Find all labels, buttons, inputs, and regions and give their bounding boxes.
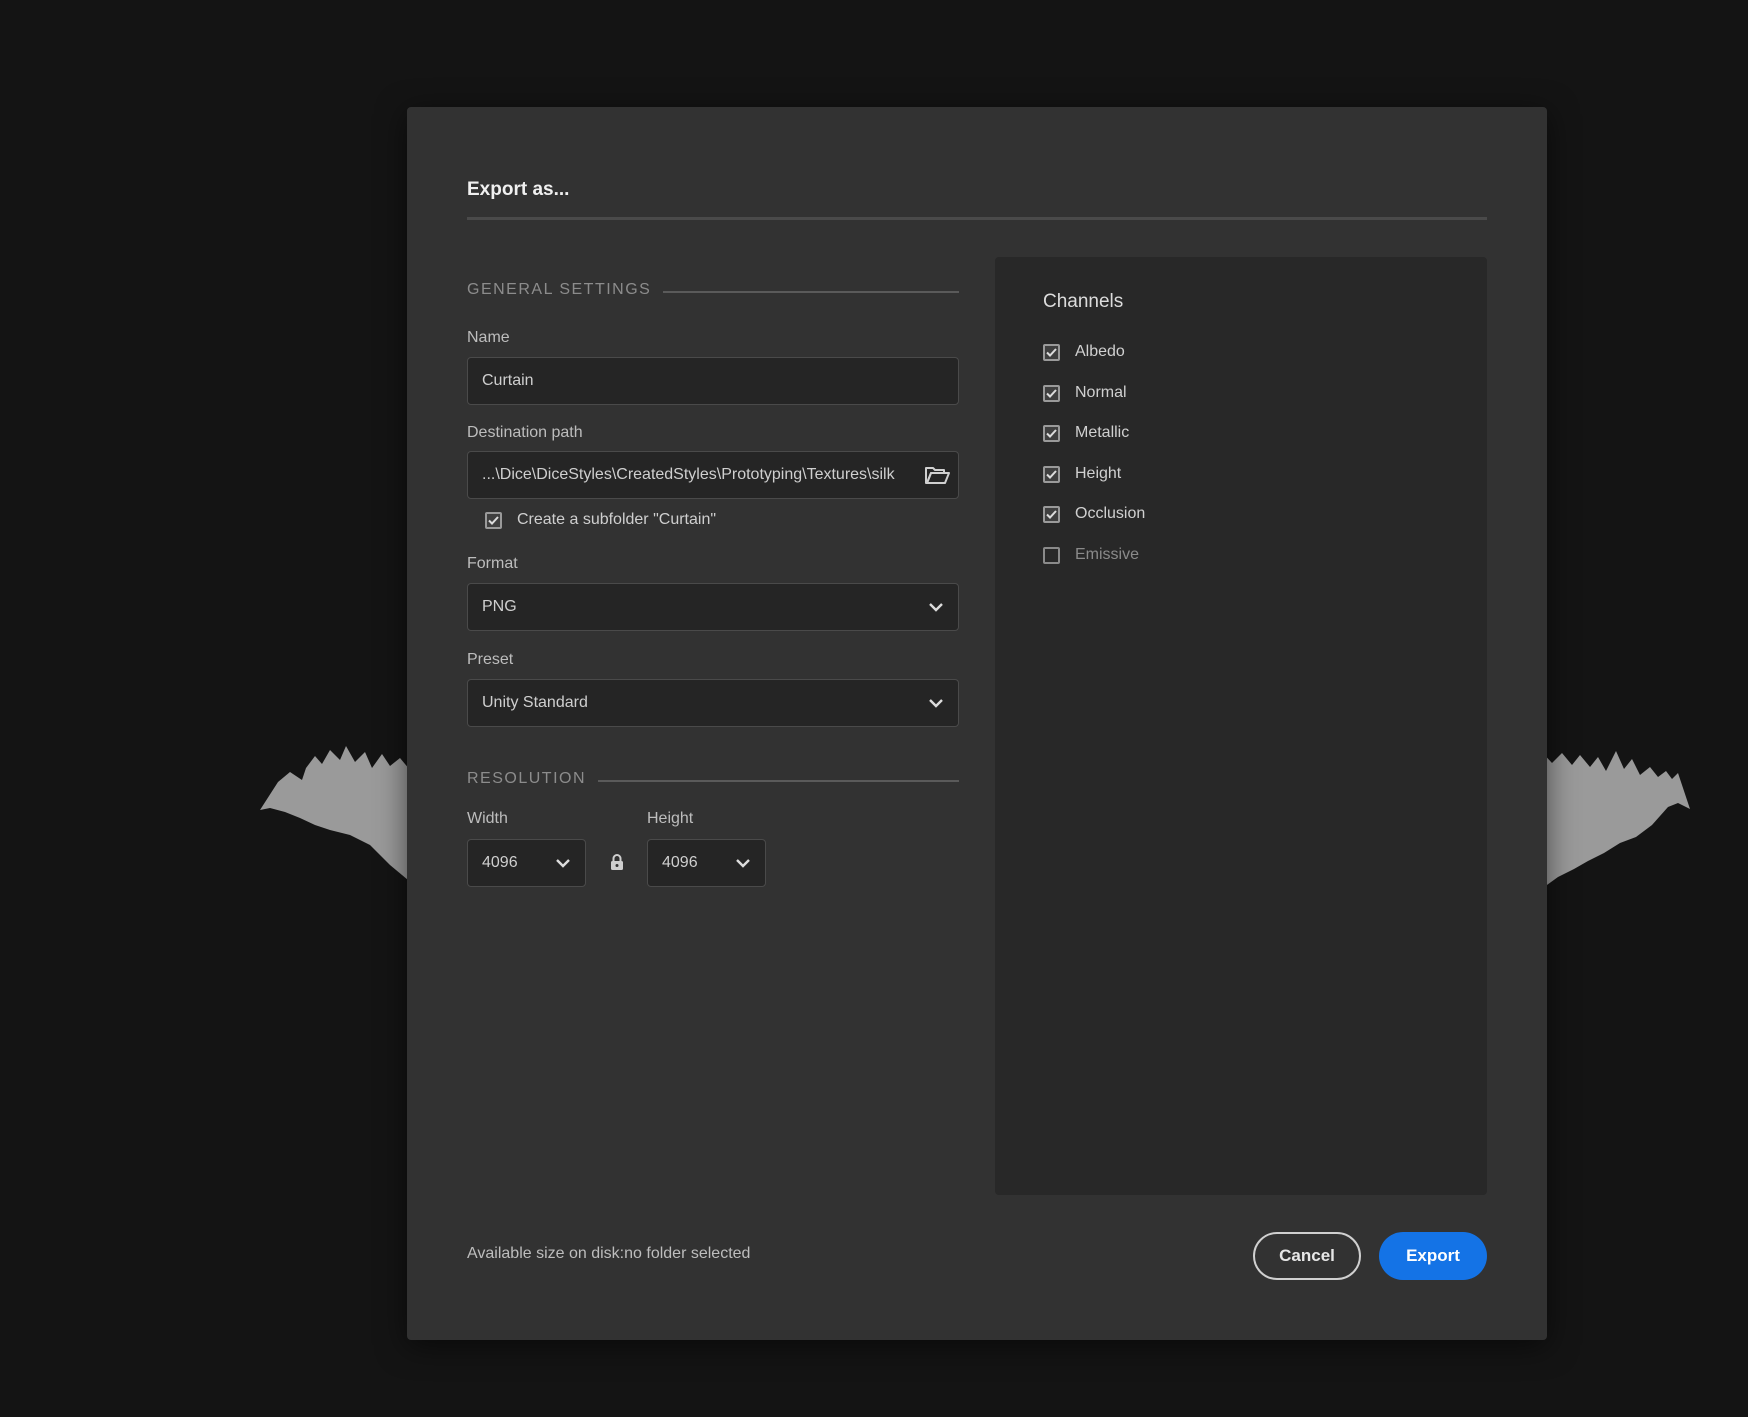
destination-path-label: Destination path xyxy=(467,424,583,441)
create-subfolder-row[interactable]: Create a subfolder "Curtain" xyxy=(485,511,716,529)
format-label: Format xyxy=(467,555,518,572)
channel-row-height[interactable]: Height xyxy=(1043,465,1121,483)
create-subfolder-checkbox[interactable] xyxy=(485,511,502,529)
albedo-checkbox[interactable] xyxy=(1043,343,1060,361)
occlusion-checkbox[interactable] xyxy=(1043,505,1060,523)
name-input[interactable]: Curtain xyxy=(467,357,959,405)
chevron-down-icon xyxy=(929,699,943,708)
checkmark-icon xyxy=(1046,388,1057,398)
channel-row-metallic[interactable]: Metallic xyxy=(1043,424,1129,442)
preset-select[interactable]: Unity Standard xyxy=(467,679,959,727)
emissive-label: Emissive xyxy=(1075,546,1140,563)
backdrop-silk-shape-left xyxy=(260,746,420,885)
chevron-down-icon xyxy=(736,859,750,868)
chevron-down-icon xyxy=(556,859,570,868)
title-divider xyxy=(467,217,1487,220)
channels-title: Channels xyxy=(1043,291,1124,312)
preset-select-value: Unity Standard xyxy=(482,694,588,711)
emissive-checkbox[interactable] xyxy=(1043,546,1060,564)
export-button[interactable]: Export xyxy=(1379,1232,1487,1280)
cancel-button-label: Cancel xyxy=(1279,1246,1335,1265)
chevron-down-icon xyxy=(929,603,943,612)
destination-path-input[interactable]: ...\Dice\DiceStyles\CreatedStyles\Protot… xyxy=(467,451,959,499)
checkmark-icon xyxy=(1046,347,1057,357)
folder-open-icon[interactable] xyxy=(924,464,950,486)
width-label: Width xyxy=(467,810,508,827)
height-select[interactable]: 4096 xyxy=(647,839,766,887)
height-checkbox[interactable] xyxy=(1043,465,1060,483)
metallic-label: Metallic xyxy=(1075,424,1130,441)
width-select-value: 4096 xyxy=(482,854,518,871)
height-label: Height xyxy=(647,810,694,827)
checkmark-icon xyxy=(1046,509,1057,519)
height-channel-label: Height xyxy=(1075,465,1122,482)
checkmark-icon xyxy=(1046,428,1057,438)
resolution-label: RESOLUTION xyxy=(467,770,587,787)
normal-label: Normal xyxy=(1075,384,1127,401)
resolution-header: RESOLUTION xyxy=(467,770,959,788)
lock-icon[interactable] xyxy=(609,853,625,876)
channel-row-emissive[interactable]: Emissive xyxy=(1043,546,1139,564)
cancel-button[interactable]: Cancel xyxy=(1253,1232,1361,1280)
general-settings-header: GENERAL SETTINGS xyxy=(467,281,959,299)
metallic-checkbox[interactable] xyxy=(1043,424,1060,442)
height-select-value: 4096 xyxy=(662,854,698,871)
available-size-text: Available size on disk:no folder selecte… xyxy=(467,1245,751,1262)
width-select[interactable]: 4096 xyxy=(467,839,586,887)
channel-row-albedo[interactable]: Albedo xyxy=(1043,343,1125,361)
export-dialog: Export as... GENERAL SETTINGS Name Curta… xyxy=(407,107,1547,1340)
normal-checkbox[interactable] xyxy=(1043,384,1060,402)
checkmark-icon xyxy=(1046,469,1057,479)
format-select-value: PNG xyxy=(482,598,517,615)
dialog-title: Export as... xyxy=(467,179,570,200)
format-select[interactable]: PNG xyxy=(467,583,959,631)
general-settings-label: GENERAL SETTINGS xyxy=(467,281,652,298)
channels-panel: Channels Albedo Normal Metallic Height O… xyxy=(995,257,1487,1195)
checkmark-icon xyxy=(488,515,499,525)
albedo-label: Albedo xyxy=(1075,343,1125,360)
export-button-label: Export xyxy=(1406,1246,1460,1265)
preset-label: Preset xyxy=(467,651,514,668)
occlusion-label: Occlusion xyxy=(1075,505,1146,522)
general-settings-divider xyxy=(663,291,959,293)
channel-row-occlusion[interactable]: Occlusion xyxy=(1043,505,1145,523)
backdrop-silk-shape-right xyxy=(1540,750,1690,890)
channel-row-normal[interactable]: Normal xyxy=(1043,384,1127,402)
create-subfolder-label: Create a subfolder "Curtain" xyxy=(517,511,717,528)
name-input-value: Curtain xyxy=(482,372,534,389)
resolution-divider xyxy=(598,780,959,782)
name-label: Name xyxy=(467,329,510,346)
destination-path-value: ...\Dice\DiceStyles\CreatedStyles\Protot… xyxy=(482,466,895,483)
